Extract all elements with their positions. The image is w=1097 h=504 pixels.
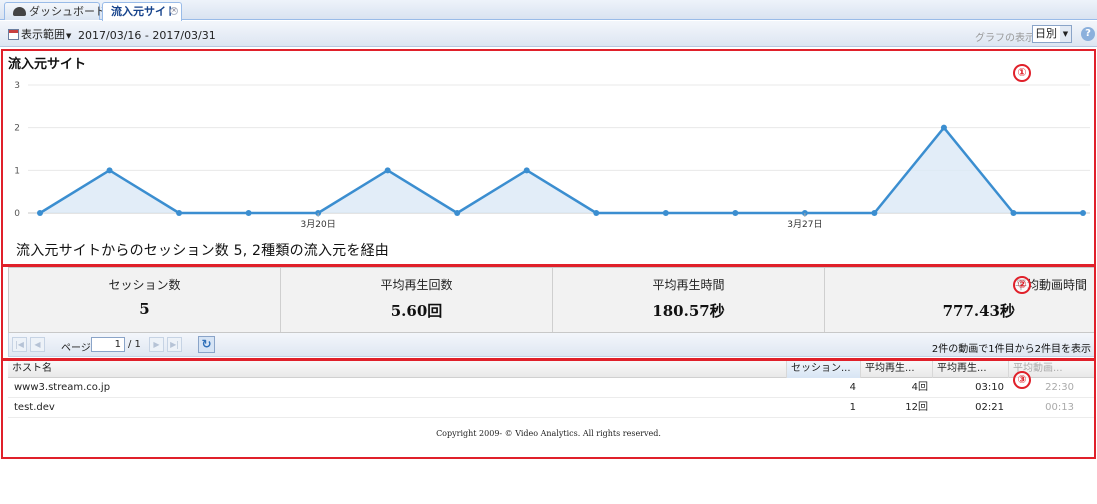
date-range-button-label: 表示範囲 (21, 28, 65, 41)
tab-referrer-sites-label: 流入元サイト (111, 5, 177, 18)
annotation-box-summary (1, 265, 1096, 360)
chevron-down-icon: ▼ (66, 32, 72, 40)
tab-referrer-sites[interactable]: 流入元サイト × (102, 2, 182, 21)
period-select[interactable]: 日別 ▼ (1032, 25, 1072, 43)
annotation-number-1: ① (1013, 64, 1031, 82)
period-select-value: 日別 (1035, 27, 1057, 40)
calendar-icon (8, 29, 19, 40)
date-range-button[interactable]: 表示範囲▼ (4, 25, 75, 43)
annotation-box-grid (1, 359, 1096, 459)
annotation-number-3: ③ (1013, 371, 1031, 389)
annotation-number-2: ② (1013, 276, 1031, 294)
tab-dashboard[interactable]: ダッシュボード (4, 2, 106, 20)
graph-display-label: グラフの表示 (975, 33, 1035, 44)
question-icon[interactable]: ? (1081, 27, 1095, 41)
toolbar: 表示範囲▼ 2017/03/16 - 2017/03/31 グラフの表示 日別 … (0, 21, 1097, 47)
close-icon[interactable]: × (170, 7, 178, 15)
date-range-text: 2017/03/16 - 2017/03/31 (78, 29, 216, 42)
tab-strip: ダッシュボード 流入元サイト × (0, 0, 1097, 21)
dashboard-icon (13, 7, 26, 16)
tab-dashboard-label: ダッシュボード (29, 5, 106, 18)
annotation-box-chart (1, 49, 1096, 266)
chevron-down-icon: ▼ (1060, 26, 1071, 42)
